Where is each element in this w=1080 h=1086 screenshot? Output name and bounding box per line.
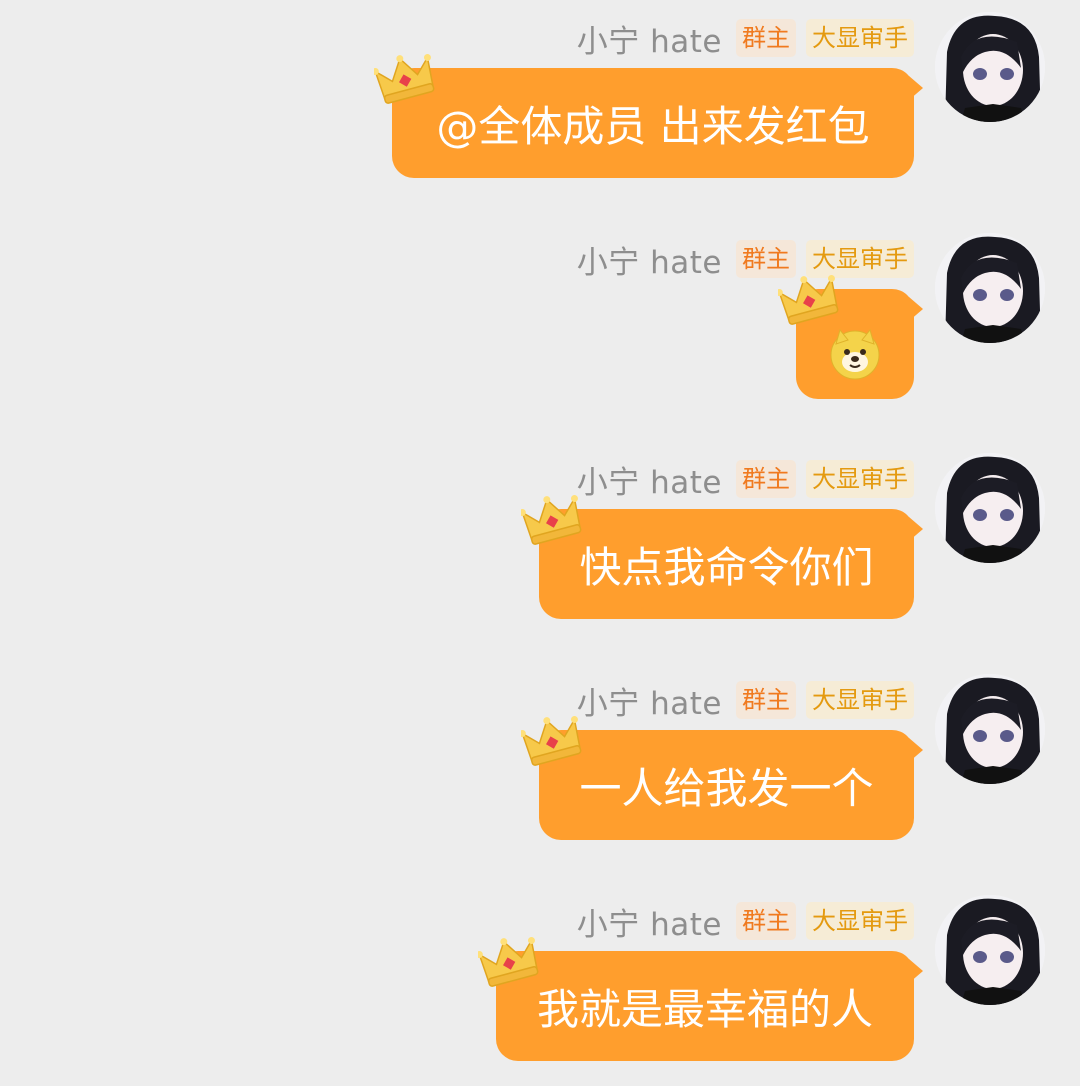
bubble-tail — [909, 517, 923, 541]
chat-message: 小宁 hate 群主 大显审手 @全体成员 出来发红包 — [0, 0, 1080, 200]
avatar[interactable] — [935, 233, 1045, 343]
message-text: 我就是最幸福的人 — [536, 984, 873, 1034]
bubble-tail — [909, 76, 923, 100]
sender-name[interactable]: 小宁 hate — [577, 899, 722, 944]
avatar[interactable] — [935, 674, 1045, 784]
message-header: 小宁 hate 群主 大显审手 — [577, 457, 914, 502]
message-header: 小宁 hate 群主 大显审手 — [577, 899, 914, 944]
message-bubble[interactable] — [778, 274, 923, 399]
crown-icon — [521, 494, 582, 545]
sender-name[interactable]: 小宁 hate — [577, 16, 722, 61]
message-header: 小宁 hate 群主 大显审手 — [577, 237, 914, 282]
avatar[interactable] — [935, 895, 1045, 1005]
title-badge: 大显审手 — [806, 681, 914, 719]
bubble-tail — [909, 959, 923, 983]
message-bubble[interactable]: @全体成员 出来发红包 — [374, 53, 923, 178]
crown-icon — [478, 936, 539, 987]
sender-name[interactable]: 小宁 hate — [577, 237, 722, 282]
chat-message: 小宁 hate 群主 大显审手 一人给我发一个 — [0, 662, 1080, 862]
message-text: 快点我命令你们 — [579, 542, 874, 592]
sender-name[interactable]: 小宁 hate — [577, 678, 722, 723]
message-bubble[interactable]: 快点我命令你们 — [521, 494, 923, 619]
avatar[interactable] — [935, 453, 1045, 563]
crown-icon — [521, 715, 582, 766]
title-badge: 大显审手 — [806, 19, 914, 57]
message-bubble[interactable]: 我就是最幸福的人 — [478, 936, 923, 1061]
bubble-tail — [909, 297, 923, 321]
message-text: @全体成员 出来发红包 — [436, 101, 870, 151]
owner-badge: 群主 — [736, 902, 796, 940]
sender-name[interactable]: 小宁 hate — [577, 457, 722, 502]
crown-icon — [778, 274, 839, 325]
doge-emoji-icon — [830, 328, 880, 380]
owner-badge: 群主 — [736, 460, 796, 498]
title-badge: 大显审手 — [806, 460, 914, 498]
bubble-tail — [909, 738, 923, 762]
chat-message: 小宁 hate 群主 大显审手 我就是最幸福的人 — [0, 883, 1080, 1083]
owner-badge: 群主 — [736, 19, 796, 57]
avatar[interactable] — [935, 12, 1045, 122]
message-bubble[interactable]: 一人给我发一个 — [521, 715, 923, 840]
title-badge: 大显审手 — [806, 902, 914, 940]
message-header: 小宁 hate 群主 大显审手 — [577, 16, 914, 61]
crown-icon — [374, 53, 435, 104]
owner-badge: 群主 — [736, 681, 796, 719]
chat-message: 小宁 hate 群主 大显审手 快点我命令你们 — [0, 441, 1080, 641]
message-text: 一人给我发一个 — [579, 763, 874, 813]
chat-message: 小宁 hate 群主 大显审手 — [0, 221, 1080, 421]
message-header: 小宁 hate 群主 大显审手 — [577, 678, 914, 723]
